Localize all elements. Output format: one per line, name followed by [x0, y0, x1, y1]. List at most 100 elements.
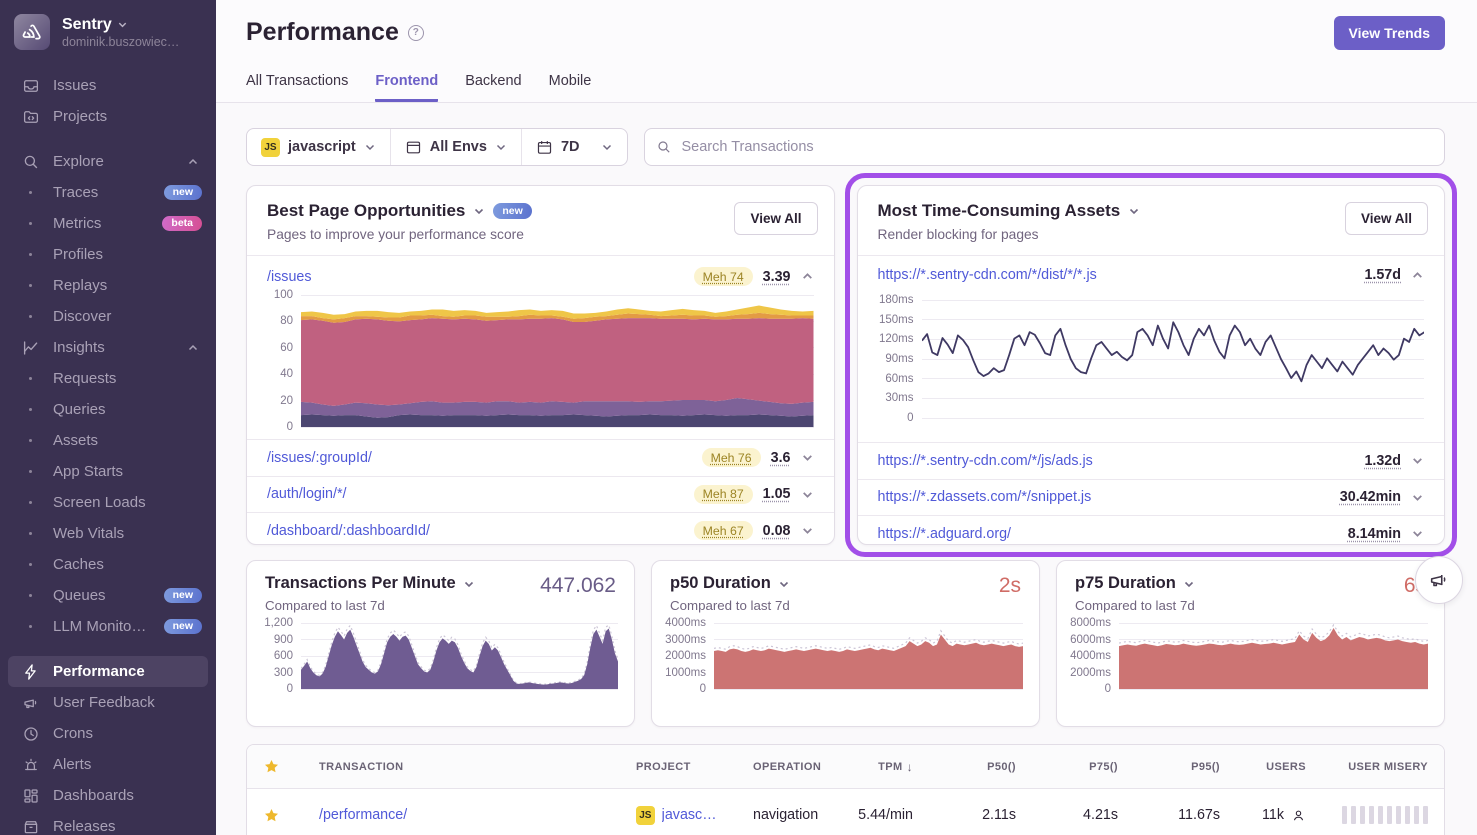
help-icon[interactable]: ? [408, 25, 424, 41]
asset-link[interactable]: https://*.sentry-cdn.com/*/dist/*/*.js [878, 267, 1355, 283]
sidebar-item-screen-loads[interactable]: Screen Loads [0, 487, 216, 518]
chevron-down-icon[interactable] [473, 205, 485, 217]
column-header-project[interactable]: PROJECT [620, 761, 737, 773]
view-all-button[interactable]: View All [734, 202, 817, 235]
transaction-link[interactable]: /dashboard/:dashboardId/ [267, 523, 684, 539]
column-header-users[interactable]: USERS [1236, 761, 1322, 773]
siren-icon [21, 756, 40, 774]
chevron-down-icon[interactable] [1411, 491, 1424, 504]
chevron-down-icon[interactable] [1411, 454, 1424, 467]
p95-cell: 11.67s [1134, 807, 1236, 823]
window-icon [405, 139, 422, 156]
column-header-operation[interactable]: OPERATION [737, 761, 867, 773]
tab-frontend[interactable]: Frontend [375, 73, 438, 102]
transaction-link[interactable]: /auth/login/*/ [267, 486, 684, 502]
main-content: Performance ? View Trends All Transactio… [216, 0, 1477, 835]
sidebar-item-performance[interactable]: Performance [8, 656, 208, 687]
date-range-filter[interactable]: 7D [521, 129, 628, 165]
column-header-p95[interactable]: P95() [1134, 761, 1236, 773]
view-trends-button[interactable]: View Trends [1334, 16, 1445, 50]
asset-row: https://*.adguard.org/8.14min [858, 515, 1445, 545]
sidebar-item-dashboards[interactable]: Dashboards [0, 780, 216, 811]
page-score-stacked-chart: 100806040200 [261, 295, 814, 427]
sidebar-item-metrics[interactable]: Metricsbeta [0, 208, 216, 239]
sidebar-nav: Issues Projects ExploreTracesnewMetricsbet… [0, 70, 216, 835]
asset-link[interactable]: https://*.zdassets.com/*/snippet.js [878, 489, 1330, 505]
asset-time-value: 1.32d [1364, 453, 1401, 469]
chevron-down-icon[interactable] [1183, 578, 1195, 590]
chevron-down-icon[interactable] [463, 578, 475, 590]
star-column-header[interactable] [247, 758, 303, 775]
feedback-button[interactable] [1415, 556, 1463, 604]
sidebar-item-queues[interactable]: Queuesnew [0, 580, 216, 611]
bullet-icon [21, 501, 40, 504]
environment-filter-label: All Envs [430, 139, 487, 155]
project-link[interactable]: javascript [662, 807, 721, 823]
p50-duration-card: p50 Duration 2s Compared to last 7d 4000… [651, 560, 1040, 727]
column-header-p75[interactable]: P75() [1032, 761, 1134, 773]
sidebar-item-explore[interactable]: Explore [0, 146, 216, 177]
sidebar-item-caches[interactable]: Caches [0, 549, 216, 580]
sidebar-item-llm-monito[interactable]: LLM Monito…new [0, 611, 216, 642]
chevron-up-icon[interactable] [801, 270, 814, 283]
sidebar-item-issues[interactable]: Issues [0, 70, 216, 101]
page-rows: /issues/:groupId/Meh 763.6/auth/login/*/… [247, 439, 834, 545]
new-badge: new [164, 185, 202, 201]
org-switcher[interactable]: Sentry dominik.buszowiec… [0, 0, 216, 60]
favorite-cell[interactable] [247, 807, 303, 824]
asset-row: https://*.zdassets.com/*/snippet.js 30.42… [858, 479, 1445, 516]
chevron-up-icon[interactable] [1411, 269, 1424, 282]
date-range-label: 7D [561, 139, 580, 155]
tab-backend[interactable]: Backend [465, 73, 521, 102]
nav-label: Replays [53, 277, 202, 294]
table-header-row: TRANSACTIONPROJECTOPERATIONTPM↓P50()P75(… [247, 745, 1444, 789]
column-header-tpm[interactable]: TPM↓ [867, 760, 929, 774]
nav-label: Screen Loads [53, 494, 202, 511]
tab-all-transactions[interactable]: All Transactions [246, 73, 348, 102]
sidebar-item-discover[interactable]: Discover [0, 301, 216, 332]
transaction-link[interactable]: /performance/ [319, 807, 407, 823]
chevron-down-icon[interactable] [778, 578, 790, 590]
environment-filter[interactable]: All Envs [390, 129, 521, 165]
sidebar-item-projects[interactable]: Projects [0, 101, 216, 132]
asset-time-value: 30.42min [1340, 489, 1401, 505]
sidebar-item-web-vitals[interactable]: Web Vitals [0, 518, 216, 549]
asset-link[interactable]: https://*.adguard.org/ [878, 526, 1338, 542]
column-header-p50[interactable]: P50() [929, 761, 1032, 773]
sidebar-item-insights[interactable]: Insights [0, 332, 216, 363]
sidebar-item-crons[interactable]: Crons [0, 718, 216, 749]
nav-label: Projects [53, 108, 202, 125]
sidebar-item-alerts[interactable]: Alerts [0, 749, 216, 780]
sidebar-item-app-starts[interactable]: App Starts [0, 456, 216, 487]
sidebar-item-queries[interactable]: Queries [0, 394, 216, 425]
column-header-user-misery[interactable]: USER MISERY [1322, 761, 1444, 773]
transaction-link[interactable]: /issues/:groupId/ [267, 450, 692, 466]
tpm-value: 447.062 [540, 574, 616, 598]
bullet-icon [21, 408, 40, 411]
sidebar-item-assets[interactable]: Assets [0, 425, 216, 456]
nav-label: Insights [53, 339, 170, 356]
sidebar-item-replays[interactable]: Replays [0, 270, 216, 301]
transaction-link[interactable]: /issues [267, 269, 684, 285]
chevron-down-icon[interactable] [1411, 527, 1424, 540]
chevron-down-icon[interactable] [801, 488, 814, 501]
view-all-button[interactable]: View All [1345, 202, 1428, 235]
sidebar-item-traces[interactable]: Tracesnew [0, 177, 216, 208]
sidebar-item-releases[interactable]: Releases [0, 811, 216, 835]
chevron-down-icon[interactable] [801, 451, 814, 464]
releases-icon [21, 818, 40, 835]
search-transactions-input[interactable] [644, 128, 1445, 166]
sidebar-item-user-feedback[interactable]: User Feedback [0, 687, 216, 718]
chevron-down-icon[interactable] [1128, 205, 1140, 217]
user-icon[interactable] [1291, 808, 1306, 823]
column-header-transaction[interactable]: TRANSACTION [303, 761, 620, 773]
tab-mobile[interactable]: Mobile [549, 73, 592, 102]
project-filter[interactable]: JS javascript [247, 129, 390, 165]
star-icon [263, 807, 280, 824]
asset-link[interactable]: https://*.sentry-cdn.com/*/js/ads.js [878, 453, 1355, 469]
sidebar-item-profiles[interactable]: Profiles [0, 239, 216, 270]
page-body: JS javascript All Envs 7D [216, 103, 1477, 835]
sidebar-item-requests[interactable]: Requests [0, 363, 216, 394]
insights-icon [21, 339, 40, 357]
chevron-down-icon[interactable] [801, 524, 814, 537]
